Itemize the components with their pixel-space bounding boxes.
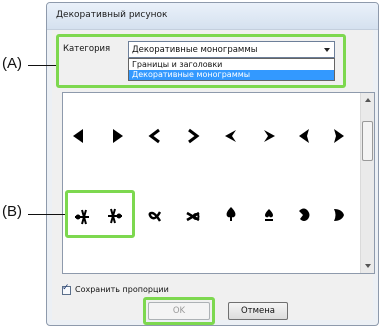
scrollbar-thumb[interactable] xyxy=(362,121,373,161)
x-knot-pattern-icon[interactable] xyxy=(184,207,202,225)
left-notched-pattern-icon[interactable] xyxy=(222,127,240,145)
leaf-pattern-icon[interactable] xyxy=(330,206,348,224)
highlight-selected-patterns xyxy=(65,190,135,238)
keep-proportions-checkbox[interactable]: ✓ xyxy=(62,283,71,295)
right-triangle-pattern-icon[interactable] xyxy=(108,127,126,145)
spade-pattern-icon[interactable] xyxy=(222,205,240,223)
title-bar: Декоративный рисунок xyxy=(47,3,378,30)
checkmark-icon: ✓ xyxy=(62,283,70,293)
left-triangle-pattern-icon[interactable] xyxy=(70,127,88,145)
highlight-ok-button xyxy=(143,297,215,325)
alpha-knot-pattern-icon[interactable] xyxy=(146,207,164,225)
callout-a-leader xyxy=(28,65,56,66)
scroll-up-icon[interactable] xyxy=(365,98,371,102)
callout-b-leader xyxy=(28,214,65,215)
left-swirl-pattern-icon[interactable] xyxy=(295,127,313,145)
callout-b-label: (B) xyxy=(2,203,22,220)
right-swirl-pattern-icon[interactable] xyxy=(330,127,348,145)
keep-proportions-label: Сохранить пропорции xyxy=(75,285,169,294)
pattern-grid xyxy=(62,92,375,274)
left-chevron-pattern-icon[interactable] xyxy=(146,127,164,145)
callout-a-label: (A) xyxy=(2,55,22,72)
spade-small-pattern-icon[interactable] xyxy=(260,206,278,224)
flower-pattern-icon[interactable] xyxy=(295,206,313,224)
pattern-grid-scrollbar[interactable] xyxy=(360,93,374,273)
scroll-down-icon[interactable] xyxy=(365,264,371,268)
right-notched-pattern-icon[interactable] xyxy=(260,127,278,145)
highlight-category-area xyxy=(56,34,346,88)
dialog-title: Декоративный рисунок xyxy=(56,10,168,20)
right-chevron-pattern-icon[interactable] xyxy=(184,127,202,145)
cancel-button[interactable]: Отмена xyxy=(228,302,288,320)
